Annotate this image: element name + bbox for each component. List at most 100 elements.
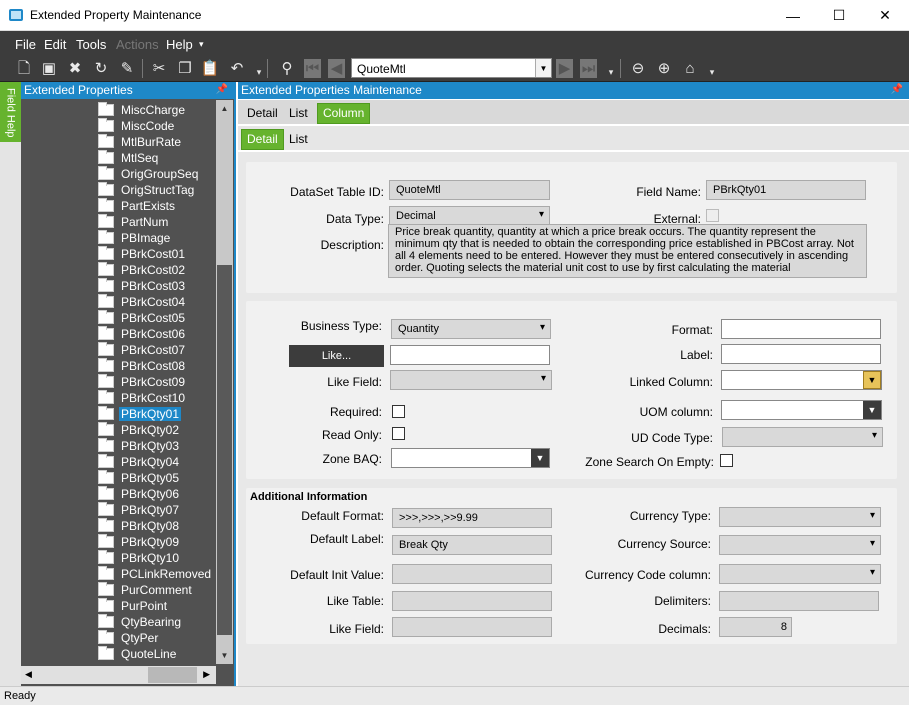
tree-item[interactable]: MtlSeq (98, 150, 160, 166)
tree-item[interactable]: PartNum (98, 214, 170, 230)
like-input[interactable] (390, 345, 550, 365)
paste-icon[interactable]: 📋 (201, 59, 220, 77)
binoculars-icon[interactable]: ⚲ (278, 59, 296, 77)
zone-baq-dropdown[interactable]: ▼ (391, 448, 550, 468)
tree-item[interactable]: MiscCharge (98, 102, 187, 118)
scroll-left-icon[interactable]: ◀ (25, 669, 32, 680)
tree-item[interactable]: PBrkQty03 (98, 438, 181, 454)
tree-item[interactable]: PBrkQty01 (98, 406, 182, 422)
save-icon[interactable]: ▣ (40, 59, 58, 77)
tree-item[interactable]: PBrkCost01 (98, 246, 187, 262)
scroll-down-icon[interactable]: ▼ (216, 647, 233, 664)
refresh-icon[interactable]: ↻ (92, 59, 110, 77)
tree-item[interactable]: PBrkCost04 (98, 294, 187, 310)
tree-item[interactable]: PurComment (98, 582, 194, 598)
tab-list[interactable]: List (284, 103, 313, 124)
chevron-down-icon[interactable]: ▼ (535, 59, 551, 77)
scroll-thumb[interactable] (148, 667, 197, 683)
new-icon[interactable]: 🗋 (15, 59, 33, 77)
copy-icon[interactable]: ❐ (176, 59, 194, 77)
tree-item[interactable]: QtyPer (98, 630, 160, 646)
tree-item[interactable]: QtyBearing (98, 614, 183, 630)
tree-item[interactable]: PBrkQty09 (98, 534, 181, 550)
tree-item[interactable]: MtlBurRate (98, 134, 183, 150)
tree-item[interactable]: PBrkCost03 (98, 278, 187, 294)
forward-icon[interactable]: ⊕ (655, 59, 673, 77)
tree-item[interactable]: PBrkQty06 (98, 486, 181, 502)
tree-item[interactable]: PBrkCost10 (98, 390, 187, 406)
tab-column[interactable]: Column (317, 103, 371, 124)
maximize-button[interactable]: ☐ (816, 0, 862, 31)
chevron-down-icon[interactable]: ▼ (531, 449, 549, 467)
nav-chevron-icon[interactable]: ▾ (602, 63, 620, 81)
currency-source-dropdown[interactable] (719, 535, 881, 555)
tree-item[interactable]: PBrkCost05 (98, 310, 187, 326)
undo-chevron-icon[interactable]: ▾ (250, 63, 268, 81)
tree-item[interactable]: PBrkCost08 (98, 358, 187, 374)
pin-icon[interactable]: 📌 (216, 84, 228, 95)
tree-horizontal-scrollbar[interactable]: ◀ ▶ (21, 666, 216, 684)
required-checkbox[interactable] (392, 405, 405, 418)
tree-item[interactable]: PBrkCost06 (98, 326, 187, 342)
ud-code-type-dropdown[interactable] (722, 427, 883, 447)
menu-edit[interactable]: Edit (44, 37, 66, 52)
scroll-thumb[interactable] (217, 265, 232, 635)
undo-icon[interactable]: ↶ (228, 59, 246, 77)
tree-item[interactable]: MiscCode (98, 118, 176, 134)
clear-icon[interactable]: ✎ (118, 59, 136, 77)
tree-item[interactable]: PBrkQty05 (98, 470, 181, 486)
tree-vertical-scrollbar[interactable]: ▲ ▼ (216, 100, 233, 664)
zone-search-on-empty-checkbox[interactable] (720, 454, 733, 467)
like-button[interactable]: Like... (289, 345, 384, 367)
currency-code-column-dropdown[interactable] (719, 564, 881, 584)
chevron-down-icon[interactable]: ▼ (863, 371, 881, 389)
tree-item[interactable]: OrigGroupSeq (98, 166, 200, 182)
menu-file[interactable]: File (15, 37, 36, 52)
tree-item[interactable]: PBrkCost09 (98, 374, 187, 390)
format-input[interactable] (721, 319, 881, 339)
minimize-button[interactable]: — (770, 0, 816, 31)
label-input[interactable] (721, 344, 881, 364)
tree-item[interactable]: QuoteLine (98, 646, 178, 662)
field-help-tab[interactable]: Field Help (0, 82, 21, 142)
delete-icon[interactable]: ✖ (66, 59, 84, 77)
tree-item[interactable]: OrigStructTag (98, 182, 196, 198)
pin-icon[interactable]: 📌 (891, 84, 903, 95)
uom-column-dropdown[interactable]: ▼ (721, 400, 882, 420)
tree-item[interactable]: PBImage (98, 230, 172, 246)
like-field-dropdown[interactable] (390, 370, 552, 390)
tree-item[interactable]: PartExists (98, 198, 177, 214)
tree-item[interactable]: PCLinkRemoved (98, 566, 213, 582)
linked-column-dropdown[interactable]: ▼ (721, 370, 882, 390)
ud-code-type-label: UD Code Type: (631, 431, 713, 445)
tree-item[interactable]: PBrkCost07 (98, 342, 187, 358)
menu-overflow-chevron-icon[interactable]: ▾ (199, 39, 204, 50)
tree-item[interactable]: PBrkQty07 (98, 502, 181, 518)
data-type-dropdown[interactable]: Decimal (389, 206, 550, 226)
menu-tools[interactable]: Tools (76, 37, 106, 52)
read-only-checkbox[interactable] (392, 427, 405, 440)
cut-icon[interactable]: ✂ (150, 59, 168, 77)
business-type-dropdown[interactable]: Quantity (391, 319, 551, 339)
tree-item[interactable]: PurPoint (98, 598, 169, 614)
record-combo[interactable]: QuoteMtl ▼ (351, 58, 552, 78)
tree-item[interactable]: PBrkQty02 (98, 422, 181, 438)
home-icon[interactable]: ⌂ (681, 59, 699, 77)
menu-help[interactable]: Help (166, 37, 193, 52)
tree-item[interactable]: PBrkQty04 (98, 454, 181, 470)
close-button[interactable]: ✕ (862, 0, 908, 31)
sub-tabs: Detail List (238, 126, 909, 150)
back-icon[interactable]: ⊖ (629, 59, 647, 77)
scroll-up-icon[interactable]: ▲ (216, 100, 233, 117)
tree-item[interactable]: PBrkCost02 (98, 262, 187, 278)
subtab-list[interactable]: List (284, 129, 313, 150)
scroll-right-icon[interactable]: ▶ (203, 669, 210, 680)
currency-type-dropdown[interactable] (719, 507, 881, 527)
chevron-down-icon[interactable]: ▼ (863, 401, 881, 419)
tree-item[interactable]: PBrkQty08 (98, 518, 181, 534)
tab-detail[interactable]: Detail (242, 103, 283, 124)
home-chevron-icon[interactable]: ▾ (703, 63, 721, 81)
folder-icon (98, 470, 114, 484)
subtab-detail[interactable]: Detail (241, 129, 284, 150)
tree-item[interactable]: PBrkQty10 (98, 550, 181, 566)
